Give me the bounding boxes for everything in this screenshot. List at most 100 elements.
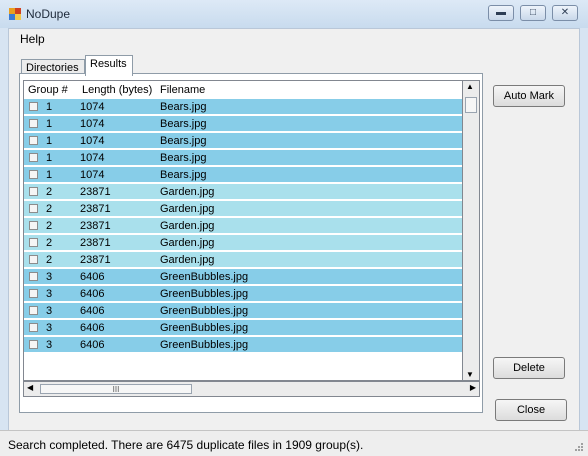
maximize-icon: □ [529,7,537,18]
minimize-button[interactable]: ▬ [488,5,514,21]
app-icon [9,8,21,20]
close-window-button[interactable]: ✕ [552,5,578,21]
scroll-left-icon[interactable]: ◀ [27,383,33,392]
table-row[interactable]: 2 23871 Garden.jpg [24,201,462,217]
cell-group: 3 [46,305,53,317]
table-row[interactable]: 2 23871 Garden.jpg [24,252,462,268]
scroll-down-icon[interactable]: ▼ [466,370,474,379]
menu-bar: Help [9,29,579,49]
window-title: NoDupe [26,7,71,21]
cell-group: 3 [46,288,53,300]
cell-group: 2 [46,203,53,215]
table-row[interactable]: 3 6406 GreenBubbles.jpg [24,303,462,319]
row-checkbox[interactable] [29,136,38,145]
row-checkbox[interactable] [29,238,38,247]
grid-horizontal-scrollbar[interactable]: ◀ III ▶ [23,381,480,397]
horizontal-scroll-thumb[interactable]: III [40,384,192,394]
cell-length: 1074 [80,169,105,181]
cell-length: 6406 [80,322,105,334]
table-row[interactable]: 1 1074 Bears.jpg [24,116,462,132]
row-checkbox[interactable] [29,289,38,298]
vertical-scroll-thumb[interactable] [465,97,477,113]
cell-group: 1 [46,152,53,164]
cell-length: 23871 [80,186,111,198]
maximize-button[interactable]: □ [520,5,546,21]
table-row[interactable]: 3 6406 GreenBubbles.jpg [24,286,462,302]
status-text: Search completed. There are 6475 duplica… [8,438,364,452]
table-row[interactable]: 3 6406 GreenBubbles.jpg [24,320,462,336]
cell-length: 23871 [80,203,111,215]
cell-filename: Bears.jpg [160,152,207,164]
delete-button[interactable]: Delete [493,357,565,379]
cell-group: 3 [46,271,53,283]
scroll-up-icon[interactable]: ▲ [466,82,474,91]
cell-length: 23871 [80,254,111,266]
cell-group: 1 [46,135,53,147]
cell-filename: Bears.jpg [160,169,207,181]
row-checkbox[interactable] [29,153,38,162]
cell-filename: Garden.jpg [160,186,215,198]
cell-filename: Garden.jpg [160,203,215,215]
cell-length: 6406 [80,271,105,283]
close-button[interactable]: Close [495,399,567,421]
row-checkbox[interactable] [29,340,38,349]
row-checkbox[interactable] [29,306,38,315]
row-checkbox[interactable] [29,323,38,332]
cell-length: 1074 [80,101,105,113]
minimize-icon: ▬ [496,7,506,18]
cell-group: 2 [46,186,53,198]
table-row[interactable]: 2 23871 Garden.jpg [24,218,462,234]
column-header-length[interactable]: Length (bytes) [82,84,152,96]
results-grid[interactable]: Group # Length (bytes) Filename 1 1074 Bea… [23,80,463,381]
cell-length: 23871 [80,237,111,249]
cell-filename: GreenBubbles.jpg [160,288,249,300]
row-checkbox[interactable] [29,119,38,128]
close-icon: ✕ [560,7,570,18]
cell-length: 1074 [80,135,105,147]
cell-group: 1 [46,169,53,181]
cell-filename: GreenBubbles.jpg [160,305,249,317]
cell-length: 1074 [80,152,105,164]
table-row[interactable]: 1 1074 Bears.jpg [24,167,462,183]
row-checkbox[interactable] [29,272,38,281]
table-row[interactable]: 2 23871 Garden.jpg [24,184,462,200]
row-checkbox[interactable] [29,204,38,213]
menu-help[interactable]: Help [20,32,45,46]
cell-filename: Bears.jpg [160,118,207,130]
cell-group: 2 [46,237,53,249]
table-row[interactable]: 3 6406 GreenBubbles.jpg [24,269,462,285]
column-header-filename[interactable]: Filename [160,84,205,96]
cell-filename: Garden.jpg [160,254,215,266]
row-checkbox[interactable] [29,187,38,196]
auto-mark-button[interactable]: Auto Mark [493,85,565,107]
cell-length: 6406 [80,305,105,317]
cell-filename: GreenBubbles.jpg [160,322,249,334]
status-bar: Search completed. There are 6475 duplica… [0,430,588,456]
cell-filename: Bears.jpg [160,135,207,147]
row-checkbox[interactable] [29,221,38,230]
column-header-group[interactable]: Group # [28,84,68,96]
cell-group: 3 [46,339,53,351]
table-row[interactable]: 1 1074 Bears.jpg [24,99,462,115]
tab-results[interactable]: Results [85,55,133,76]
cell-filename: Garden.jpg [160,220,215,232]
window-client-area: Help Directories Results Group # Length … [8,28,580,438]
row-checkbox[interactable] [29,255,38,264]
row-checkbox[interactable] [29,102,38,111]
table-row[interactable]: 2 23871 Garden.jpg [24,235,462,251]
cell-group: 2 [46,220,53,232]
row-checkbox[interactable] [29,170,38,179]
table-row[interactable]: 1 1074 Bears.jpg [24,150,462,166]
table-row[interactable]: 3 6406 GreenBubbles.jpg [24,337,462,353]
grid-vertical-scrollbar[interactable]: ▲ ▼ [463,80,480,381]
cell-group: 3 [46,322,53,334]
cell-filename: GreenBubbles.jpg [160,339,249,351]
cell-length: 6406 [80,339,105,351]
cell-filename: Bears.jpg [160,101,207,113]
cell-length: 1074 [80,118,105,130]
scroll-right-icon[interactable]: ▶ [470,383,476,392]
cell-group: 1 [46,118,53,130]
table-row[interactable]: 1 1074 Bears.jpg [24,133,462,149]
resize-grip-icon[interactable] [574,442,584,452]
cell-length: 23871 [80,220,111,232]
